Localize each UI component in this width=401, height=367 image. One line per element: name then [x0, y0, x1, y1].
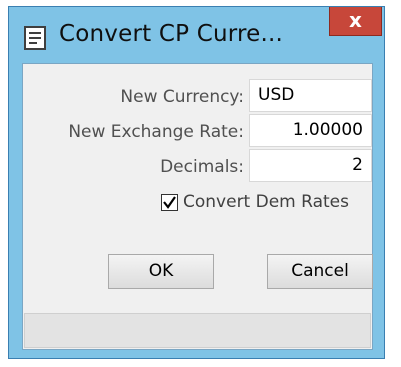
convert-dem-rates-label: Convert Dem Rates — [183, 192, 349, 212]
status-bar — [24, 313, 371, 348]
new-currency-label: New Currency: — [120, 87, 244, 107]
convert-cp-currency-dialog: Convert CP Curre... x New Currency: USD … — [8, 6, 385, 359]
decimals-field[interactable]: 2 — [249, 149, 372, 182]
cancel-button[interactable]: Cancel — [267, 254, 373, 289]
dialog-body: New Currency: USD New Exchange Rate: 1.0… — [22, 63, 373, 350]
ok-button[interactable]: OK — [108, 254, 214, 289]
decimals-label: Decimals: — [160, 157, 244, 177]
new-exchange-rate-label: New Exchange Rate: — [68, 122, 244, 142]
new-currency-field[interactable]: USD — [249, 79, 372, 112]
close-button[interactable]: x — [329, 7, 382, 36]
new-exchange-rate-field[interactable]: 1.00000 — [249, 114, 372, 147]
document-icon — [23, 26, 49, 52]
window-title: Convert CP Curre... — [59, 21, 284, 47]
convert-dem-rates-checkbox[interactable] — [161, 194, 178, 211]
title-bar[interactable]: Convert CP Curre... x — [9, 7, 384, 62]
checkmark-icon — [163, 196, 176, 209]
